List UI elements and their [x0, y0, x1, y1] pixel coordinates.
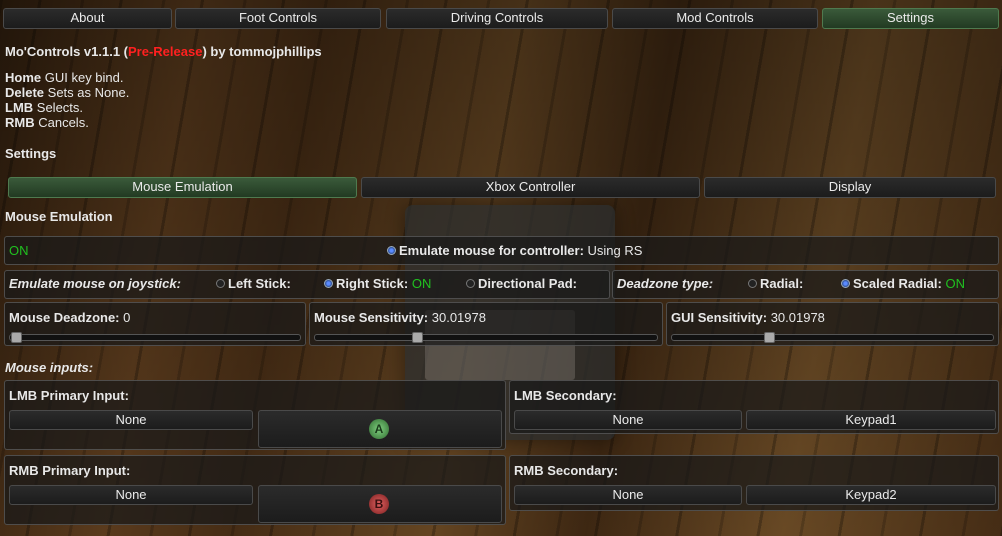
right-stick-label: Right Stick: ON [336, 276, 431, 291]
tab-settings[interactable]: Settings [822, 8, 999, 29]
title-prefix: Mo'Controls v1.1.1 ( [5, 44, 128, 59]
gui-sensitivity-label: GUI Sensitivity: 30.01978 [671, 310, 825, 325]
lmb-secondary-button[interactable]: None [514, 410, 742, 430]
joystick-label: Emulate mouse on joystick: [9, 276, 181, 291]
keybind-rmb: RMB Cancels. [5, 115, 89, 130]
deadzone-value: 0 [119, 310, 131, 325]
sensitivity-slider-thumb[interactable] [412, 332, 423, 343]
scaled-radial-state: ON [941, 276, 965, 291]
lmb-secondary-key-button[interactable]: Keypad1 [746, 410, 996, 430]
right-stick-state: ON [408, 276, 432, 291]
emulate-label-text: Emulate mouse for controller: [399, 243, 584, 258]
dpad-toggle[interactable] [466, 279, 475, 288]
lmb-primary-button[interactable]: None [9, 410, 253, 430]
radial-label: Radial: [760, 276, 804, 291]
keybind-desc: Sets as None. [44, 85, 130, 100]
sensitivity-label: Mouse Sensitivity: 30.01978 [314, 310, 486, 325]
b-button-icon: B [369, 494, 389, 514]
subtab-mouse-emulation[interactable]: Mouse Emulation [8, 177, 357, 198]
lmb-primary-label: LMB Primary Input: [9, 388, 129, 403]
emulate-toggle[interactable] [387, 246, 396, 255]
rmb-secondary-button[interactable]: None [514, 485, 742, 505]
keybind-key: Home [5, 70, 42, 85]
deadzone-slider-thumb[interactable] [11, 332, 22, 343]
emulation-status: ON [9, 243, 29, 258]
gui-sensitivity-label-text: GUI Sensitivity: [671, 310, 768, 325]
subtab-display[interactable]: Display [704, 177, 996, 198]
sensitivity-slider[interactable] [314, 334, 658, 341]
radial-toggle[interactable] [748, 279, 757, 288]
mouse-emulation-heading: Mouse Emulation [5, 209, 113, 224]
rmb-primary-button[interactable]: None [9, 485, 253, 505]
deadzone-label: Mouse Deadzone: 0 [9, 310, 130, 325]
sensitivity-label-text: Mouse Sensitivity: [314, 310, 429, 325]
keybind-lmb: LMB Selects. [5, 100, 83, 115]
title-suffix: ) by tommojphillips [202, 44, 322, 59]
keybind-key: Delete [5, 85, 45, 100]
tab-foot-controls[interactable]: Foot Controls [175, 8, 381, 29]
emulate-label: Emulate mouse for controller: Using RS [399, 243, 642, 258]
gui-sensitivity-value: 30.01978 [767, 310, 825, 325]
left-stick-toggle[interactable] [216, 279, 225, 288]
tab-driving-controls[interactable]: Driving Controls [386, 8, 608, 29]
tab-about[interactable]: About [3, 8, 172, 29]
gui-sensitivity-slider[interactable] [671, 334, 994, 341]
scaled-radial-text: Scaled Radial: [853, 276, 942, 291]
scaled-radial-toggle[interactable] [841, 279, 850, 288]
prerelease-label: Pre-Release [128, 44, 203, 59]
a-button-icon: A [369, 419, 389, 439]
keybind-key: RMB [5, 115, 35, 130]
right-stick-toggle[interactable] [324, 279, 333, 288]
deadzone-label-text: Mouse Deadzone: [9, 310, 120, 325]
keybind-desc: GUI key bind. [41, 70, 124, 85]
rmb-secondary-label: RMB Secondary: [514, 463, 619, 478]
right-stick-text: Right Stick: [336, 276, 409, 291]
keybind-key: LMB [5, 100, 34, 115]
deadzone-slider[interactable] [9, 334, 301, 341]
settings-heading: Settings [5, 146, 57, 161]
keybind-desc: Selects. [33, 100, 84, 115]
gui-sensitivity-slider-thumb[interactable] [764, 332, 775, 343]
page-title: Mo'Controls v1.1.1 (Pre-Release) by tomm… [5, 44, 322, 59]
lmb-secondary-label: LMB Secondary: [514, 388, 617, 403]
emulate-value: Using RS [583, 243, 643, 258]
deadzone-type-label: Deadzone type: [617, 276, 714, 291]
dpad-label: Directional Pad: [478, 276, 577, 291]
left-stick-label: Left Stick: [228, 276, 291, 291]
sensitivity-value: 30.01978 [428, 310, 486, 325]
mouse-inputs-heading: Mouse inputs: [5, 360, 94, 375]
keybind-desc: Cancels. [34, 115, 89, 130]
tab-mod-controls[interactable]: Mod Controls [612, 8, 818, 29]
rmb-secondary-key-button[interactable]: Keypad2 [746, 485, 996, 505]
subtab-xbox-controller[interactable]: Xbox Controller [361, 177, 700, 198]
scaled-radial-label: Scaled Radial: ON [853, 276, 965, 291]
rmb-primary-controller-button[interactable]: B [258, 485, 502, 523]
rmb-primary-label: RMB Primary Input: [9, 463, 131, 478]
lmb-primary-controller-button[interactable]: A [258, 410, 502, 448]
keybind-home: Home GUI key bind. [5, 70, 124, 85]
keybind-delete: Delete Sets as None. [5, 85, 129, 100]
